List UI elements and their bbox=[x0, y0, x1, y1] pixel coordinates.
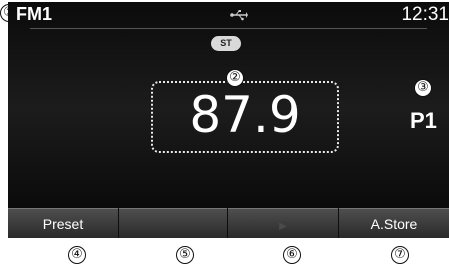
divider bbox=[30, 28, 427, 29]
seek-up-button[interactable]: ▶ bbox=[228, 208, 338, 238]
callout-4: ④ bbox=[68, 246, 86, 264]
frequency-value: 87.9 bbox=[189, 86, 301, 144]
callout-2: ② bbox=[226, 69, 244, 87]
callout-7: ⑦ bbox=[391, 246, 409, 264]
preset-number: P1 bbox=[410, 108, 437, 133]
seek-down-button[interactable] bbox=[119, 208, 227, 238]
radio-screen: FM1 12:31 ST 87.9 P1 bbox=[8, 2, 449, 238]
clock: 12:31 bbox=[401, 4, 449, 25]
callout-5: ⑤ bbox=[176, 246, 194, 264]
preset-button[interactable]: Preset bbox=[8, 208, 118, 238]
stereo-badge: ST bbox=[211, 36, 241, 51]
band-label: FM1 bbox=[16, 4, 52, 24]
play-arrow-icon: ▶ bbox=[279, 221, 287, 232]
auto-store-button[interactable]: A.Store bbox=[339, 208, 449, 238]
softkey-bar: Preset ▶ A.Store bbox=[8, 208, 449, 238]
frequency-display: 87.9 bbox=[151, 81, 339, 153]
callout-6: ⑥ bbox=[283, 246, 301, 264]
callout-3: ③ bbox=[414, 79, 432, 97]
usb-icon bbox=[230, 10, 248, 21]
